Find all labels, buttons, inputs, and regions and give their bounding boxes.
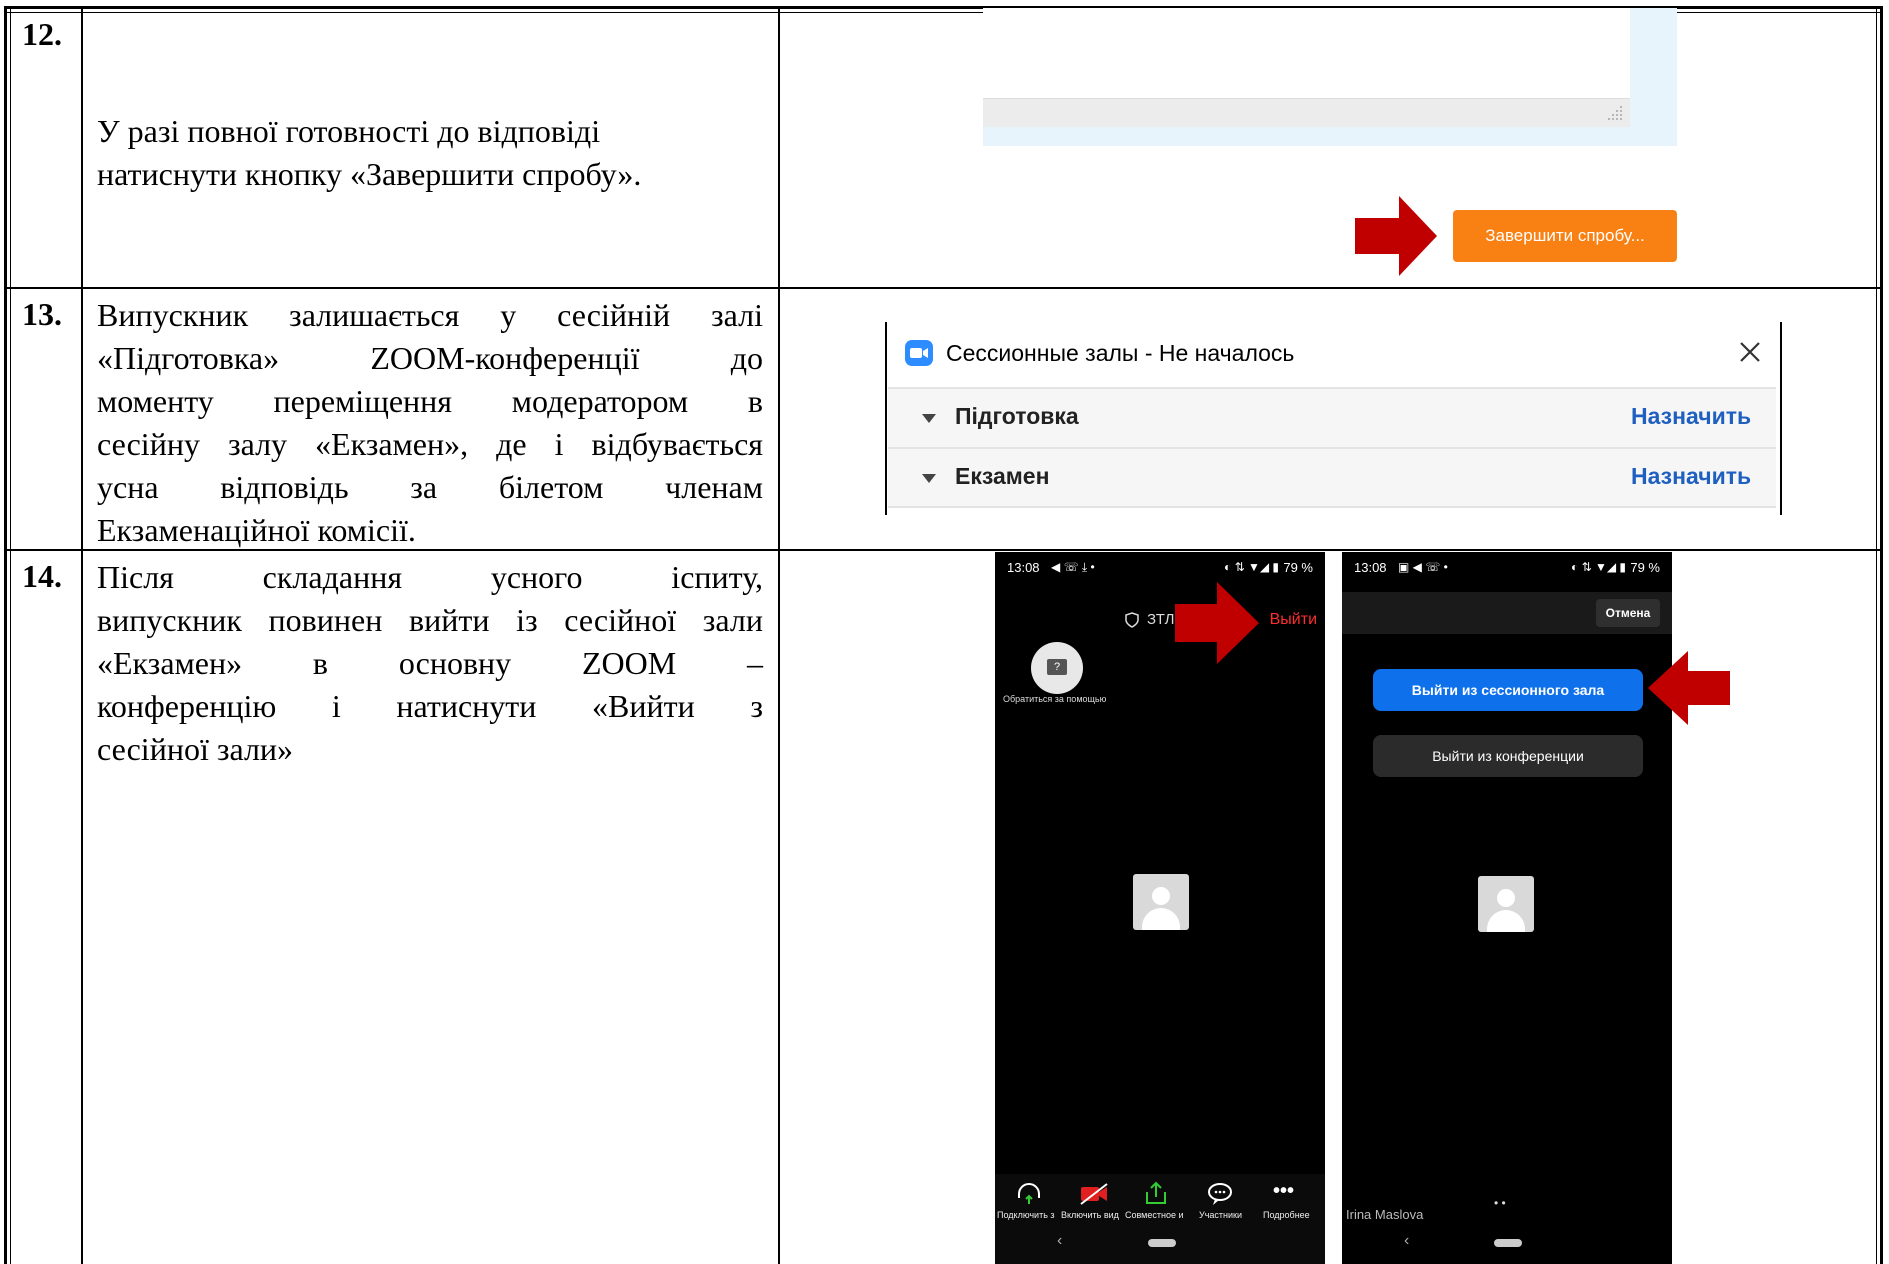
text-line: сесійну залу «Екзамен», де і відбуваєтьс… xyxy=(97,426,763,462)
back-nav-icon[interactable]: ‹ xyxy=(1057,1232,1062,1250)
column-divider xyxy=(778,8,780,1264)
question-icon: ? xyxy=(1047,659,1067,675)
toolbar-label: Включить вид xyxy=(1061,1210,1119,1220)
help-label: Обратиться за помощью xyxy=(1003,694,1107,704)
more-icon[interactable]: ••• xyxy=(1273,1180,1294,1203)
text-line: усна відповідь за білетом членам xyxy=(97,469,763,505)
red-arrow-right-icon xyxy=(1355,196,1437,276)
close-icon[interactable] xyxy=(1738,340,1762,364)
share-icon[interactable] xyxy=(1143,1180,1169,1206)
battery-level: 79 % xyxy=(1283,560,1313,575)
leave-breakout-room-button[interactable]: Выйти из сессионного зала xyxy=(1373,669,1643,711)
text-line: «Підготовка» ZOOM-конференції до xyxy=(97,340,763,376)
status-icons: ▣ ◀ ☏ • xyxy=(1398,560,1448,574)
table-border xyxy=(1880,6,1883,1264)
back-nav-icon[interactable]: ‹ xyxy=(1404,1232,1409,1250)
text-line: конференцію і натиснути «Вийти з xyxy=(97,688,763,724)
room-name: Підготовка xyxy=(955,403,1079,429)
home-pill-icon[interactable] xyxy=(1494,1239,1522,1247)
row-number: 14. xyxy=(22,558,62,594)
participants-icon[interactable] xyxy=(1207,1182,1233,1206)
toolbar-label: Совместное и xyxy=(1125,1210,1184,1220)
column-divider xyxy=(81,8,83,1264)
assign-link[interactable]: Назначить xyxy=(1631,463,1751,490)
dialog-border xyxy=(1780,322,1782,515)
toolbar-label: Участники xyxy=(1199,1210,1242,1220)
leave-meeting-button[interactable]: Выйти из конференции xyxy=(1373,735,1643,777)
row-14-text: Після складання усного іспиту, випускник… xyxy=(97,556,763,771)
status-time: 13:08 xyxy=(1354,560,1387,575)
finish-attempt-button[interactable]: Завершити спробу... xyxy=(1453,210,1677,262)
text-line: «Екзамен» в основну ZOOM – xyxy=(97,645,763,681)
table-border xyxy=(1876,6,1877,1264)
textarea-resize-bar xyxy=(983,98,1630,127)
text-line: Екзаменаційної комісії. xyxy=(97,512,416,548)
signal-icons: ◐ ⇅ ▼◢ ▮ xyxy=(1570,560,1626,574)
row-divider xyxy=(6,287,1882,289)
table-border xyxy=(10,6,11,1264)
home-pill-icon[interactable] xyxy=(1148,1239,1176,1247)
leave-button[interactable]: Выйти xyxy=(1270,611,1317,629)
assign-link[interactable]: Назначить xyxy=(1631,403,1751,430)
text-line: моменту переміщення модератором в xyxy=(97,383,763,419)
signal-icons: ◐ ⇅ ▼◢ ▮ xyxy=(1223,560,1279,574)
zoom-logo-icon xyxy=(905,340,933,366)
text-line: натиснути кнопку «Завершити спробу». xyxy=(97,156,642,192)
avatar xyxy=(1478,876,1534,932)
text-line: випускник повинен вийти із сесійної зали xyxy=(97,602,763,638)
avatar xyxy=(1133,874,1189,930)
toolbar-label: Подробнее xyxy=(1263,1210,1310,1220)
red-arrow-left-icon xyxy=(1648,651,1730,725)
headphones-icon[interactable] xyxy=(1015,1182,1043,1206)
caret-down-icon[interactable] xyxy=(922,414,936,424)
dialog-border xyxy=(885,322,887,515)
page-dots: • • xyxy=(1494,1196,1506,1210)
phone-screenshot-leave-dialog: 13:08 ▣ ◀ ☏ • ◐ ⇅ ▼◢ ▮ 79 % Отмена Выйти… xyxy=(1342,552,1672,1264)
text-line: У разі повної готовності до відповіді xyxy=(97,113,601,149)
text-line: сесійної зали» xyxy=(97,731,294,767)
meeting-label: ЗТЛ xyxy=(1147,611,1175,628)
phone-screenshot-meeting: 13:08 ◀ ☏ ⤓ • ◐ ⇅ ▼◢ ▮ 79 % ЗТЛ Выйти ? … xyxy=(995,552,1325,1264)
status-time: 13:08 xyxy=(1007,560,1040,575)
shield-icon xyxy=(1125,612,1139,628)
video-off-icon[interactable] xyxy=(1079,1182,1109,1206)
participant-name: Irina Maslova xyxy=(1346,1207,1424,1222)
toolbar-label: Подключить з xyxy=(997,1210,1055,1220)
row-number: 13. xyxy=(22,296,62,332)
table-border xyxy=(4,6,7,1264)
row-number: 12. xyxy=(22,16,62,52)
divider xyxy=(888,506,1776,508)
dialog-title: Сессионные залы - Не началось xyxy=(946,340,1295,366)
status-icons: ◀ ☏ ⤓ • xyxy=(1051,560,1095,574)
room-name: Екзамен xyxy=(955,463,1050,489)
caret-down-icon[interactable] xyxy=(922,474,936,484)
help-button[interactable]: ? xyxy=(1031,642,1083,694)
resize-handle-icon[interactable] xyxy=(1606,104,1624,122)
battery-level: 79 % xyxy=(1630,560,1660,575)
text-line: Після складання усного іспиту, xyxy=(97,559,763,595)
row-12-text: У разі повної готовності до відповіді на… xyxy=(97,110,757,196)
red-arrow-right-icon xyxy=(1175,582,1259,664)
text-line: Випускник залишається у сесійній залі xyxy=(97,297,763,333)
cancel-button[interactable]: Отмена xyxy=(1596,599,1660,627)
row-13-text: Випускник залишається у сесійній залі «П… xyxy=(97,294,763,552)
